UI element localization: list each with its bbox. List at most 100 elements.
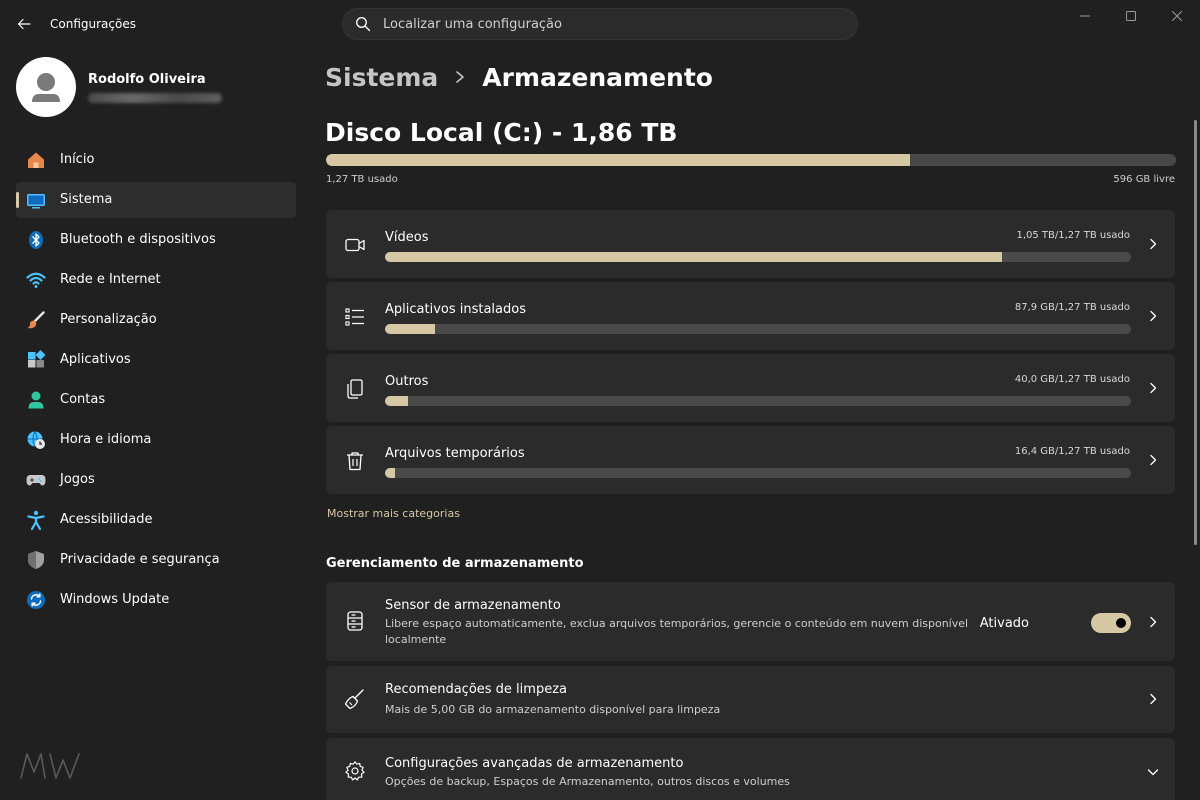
sensor-toggle[interactable] xyxy=(1091,613,1131,633)
category-usage-bar xyxy=(385,324,1131,334)
back-button[interactable] xyxy=(12,12,36,36)
sidebar-item-label: Jogos xyxy=(60,472,95,487)
sidebar-item-aplicativos[interactable]: Aplicativos xyxy=(16,342,296,378)
trash-icon xyxy=(344,450,366,472)
page-title: Armazenamento xyxy=(482,62,713,92)
category-usage: 16,4 GB/1,27 TB usado xyxy=(1014,446,1130,457)
sidebar-item-label: Acessibilidade xyxy=(60,512,153,527)
maximize-icon xyxy=(1126,11,1136,21)
section-title: Gerenciamento de armazenamento xyxy=(326,556,584,571)
mw-watermark-logo xyxy=(20,753,80,779)
category-title: Outros xyxy=(385,374,429,389)
sidebar-item-acessibilidade[interactable]: Acessibilidade xyxy=(16,502,296,538)
category-usage-bar xyxy=(385,396,1131,406)
chevron-right-icon xyxy=(1147,382,1159,394)
bluetooth-icon xyxy=(26,230,46,250)
sidebar-item-jogos[interactable]: Jogos xyxy=(16,462,296,498)
sidebar-item-label: Sistema xyxy=(60,192,113,207)
category-usage: 87,9 GB/1,27 TB usado xyxy=(1014,302,1130,313)
profile-name: Rodolfo Oliveira xyxy=(88,72,206,87)
back-arrow-icon xyxy=(17,18,31,30)
maximize-button[interactable] xyxy=(1108,0,1154,32)
sidebar-item-rede[interactable]: Rede e Internet xyxy=(16,262,296,298)
monitor-icon xyxy=(26,190,46,210)
category-usage-fill xyxy=(385,252,1002,262)
vertical-scrollbar[interactable] xyxy=(1194,120,1197,545)
profile-email-blurred xyxy=(88,93,222,103)
show-more-categories-link[interactable]: Mostrar mais categorias xyxy=(327,507,460,520)
breadcrumb: Sistema Armazenamento xyxy=(325,60,713,94)
title-bar: Configurações xyxy=(0,0,1200,48)
advanced-description: Opções de backup, Espaços de Armazenamen… xyxy=(385,775,790,788)
sidebar-item-label: Personalização xyxy=(60,312,157,327)
user-profile[interactable]: Rodolfo Oliveira xyxy=(16,57,296,117)
category-card-outros[interactable]: Outros 40,0 GB/1,27 TB usado xyxy=(326,354,1175,422)
sidebar-item-privacidade[interactable]: Privacidade e segurança xyxy=(16,542,296,578)
breadcrumb-chevron-icon xyxy=(454,70,466,84)
category-usage-fill xyxy=(385,324,435,334)
category-usage-bar xyxy=(385,468,1131,478)
close-button[interactable] xyxy=(1154,0,1200,32)
sidebar-item-inicio[interactable]: Início xyxy=(16,142,296,178)
category-usage-fill xyxy=(385,396,409,406)
category-card-videos[interactable]: Vídeos 1,05 TB/1,27 TB usado xyxy=(326,210,1175,278)
disk-used-label: 1,27 TB usado xyxy=(326,174,398,185)
storage-sensor-card[interactable]: Sensor de armazenamento Libere espaço au… xyxy=(326,582,1175,661)
close-icon xyxy=(1172,11,1182,21)
chevron-right-icon xyxy=(1147,238,1159,250)
sidebar-item-hora[interactable]: Hora e idioma xyxy=(16,422,296,458)
brush-icon xyxy=(26,310,46,330)
cleanup-title: Recomendações de limpeza xyxy=(385,682,567,697)
wifi-icon xyxy=(26,270,46,290)
sidebar-item-bluetooth[interactable]: Bluetooth e dispositivos xyxy=(16,222,296,258)
sidebar-item-sistema[interactable]: Sistema xyxy=(16,182,296,218)
video-icon xyxy=(344,234,366,256)
sidebar-item-label: Windows Update xyxy=(60,592,170,607)
advanced-title: Configurações avançadas de armazenamento xyxy=(385,756,684,771)
chevron-right-icon xyxy=(1147,616,1159,628)
sidebar-item-label: Contas xyxy=(60,392,106,407)
sidebar-item-contas[interactable]: Contas xyxy=(16,382,296,418)
category-usage: 40,0 GB/1,27 TB usado xyxy=(1014,374,1130,385)
sidebar-item-personalizacao[interactable]: Personalização xyxy=(16,302,296,338)
sensor-title: Sensor de armazenamento xyxy=(385,598,561,613)
disk-usage-bar xyxy=(326,154,1176,166)
minimize-button[interactable] xyxy=(1062,0,1108,32)
sensor-toggle-label: Ativado xyxy=(979,616,1029,631)
breadcrumb-parent[interactable]: Sistema xyxy=(325,63,438,92)
update-icon xyxy=(26,590,46,610)
chevron-right-icon xyxy=(1147,454,1159,466)
disk-title: Disco Local (C:) - 1,86 TB xyxy=(325,118,678,147)
minimize-icon xyxy=(1080,15,1090,17)
gear-icon xyxy=(344,760,366,782)
category-title: Vídeos xyxy=(385,230,429,245)
advanced-storage-settings-card[interactable]: Configurações avançadas de armazenamento… xyxy=(326,738,1175,800)
chevron-right-icon xyxy=(1147,310,1159,322)
sidebar-item-label: Início xyxy=(60,152,95,167)
cleanup-recommendations-card[interactable]: Recomendações de limpeza Mais de 5,00 GB… xyxy=(326,666,1175,733)
category-card-temp[interactable]: Arquivos temporários 16,4 GB/1,27 TB usa… xyxy=(326,426,1175,494)
shield-icon xyxy=(26,550,46,570)
search-icon xyxy=(356,17,371,32)
category-card-apps[interactable]: Aplicativos instalados 87,9 GB/1,27 TB u… xyxy=(326,282,1175,350)
sidebar-item-windows-update[interactable]: Windows Update xyxy=(16,582,296,618)
avatar xyxy=(16,57,76,117)
sidebar-item-label: Privacidade e segurança xyxy=(60,552,220,567)
category-title: Arquivos temporários xyxy=(385,446,525,461)
category-usage: 1,05 TB/1,27 TB usado xyxy=(1016,230,1130,241)
sidebar-item-label: Rede e Internet xyxy=(60,272,161,287)
storage-server-icon xyxy=(344,610,366,632)
search-input[interactable] xyxy=(383,9,843,39)
sidebar-item-label: Bluetooth e dispositivos xyxy=(60,232,216,247)
broom-icon xyxy=(344,688,366,710)
category-usage-fill xyxy=(385,468,395,478)
person-icon xyxy=(26,390,46,410)
disk-free-label: 596 GB livre xyxy=(1113,174,1175,185)
apps-icon xyxy=(26,350,46,370)
search-box[interactable] xyxy=(342,8,858,40)
category-usage-bar xyxy=(385,252,1131,262)
home-icon xyxy=(26,150,46,170)
accessibility-icon xyxy=(26,510,46,530)
disk-usage-fill xyxy=(326,154,910,166)
sidebar-item-label: Aplicativos xyxy=(60,352,131,367)
